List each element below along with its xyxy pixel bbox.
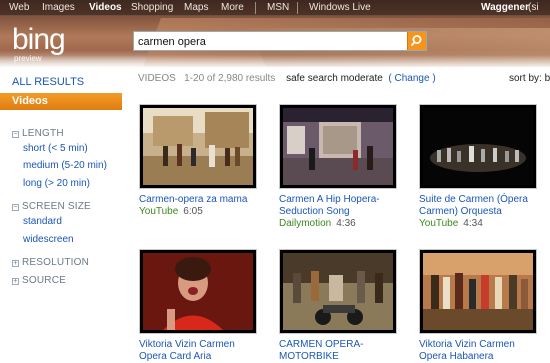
video-meta-1: YouTube 6:05: [139, 206, 203, 217]
video-source[interactable]: Dailymotion: [279, 218, 331, 229]
filter-medium[interactable]: medium (5-20 min): [23, 160, 107, 171]
video-title-line: Carmen-opera za mama: [139, 194, 248, 205]
length-label: LENGTH: [22, 128, 64, 139]
nav-shopping[interactable]: Shopping: [131, 2, 173, 13]
search-icon: [411, 35, 422, 46]
screen-size-filter-header[interactable]: − SCREEN SIZE: [12, 201, 91, 212]
nav-divider: [255, 2, 256, 14]
video-thumbnail-1[interactable]: [139, 104, 257, 189]
collapse-icon: −: [12, 204, 19, 211]
resolution-label: RESOLUTION: [22, 257, 90, 268]
video-title-1[interactable]: Carmen-opera za mama: [139, 194, 247, 206]
nav-divider: [297, 2, 298, 14]
filter-short[interactable]: short (< 5 min): [23, 143, 88, 154]
video-duration: 4:34: [463, 218, 483, 229]
nav-more[interactable]: More: [221, 2, 244, 13]
video-frame-5: [283, 253, 393, 330]
safe-search-status: safe search moderate: [286, 73, 383, 84]
video-title-line: Carmen) Orquesta: [419, 206, 502, 217]
video-thumbnail-5[interactable]: [279, 249, 397, 334]
source-label: SOURCE: [22, 275, 66, 286]
video-title-line: Viktoria Vizin Carmen: [419, 339, 515, 350]
video-title-4[interactable]: Viktoria Vizin Carmen Opera Card Aria: [139, 339, 235, 363]
video-title-line: Carmen A Hip Hopera-: [279, 194, 380, 205]
expand-icon: +: [12, 278, 19, 285]
nav-maps[interactable]: Maps: [184, 2, 208, 13]
video-thumbnail-6[interactable]: [419, 249, 537, 334]
video-title-line: Opera Card Aria: [139, 351, 212, 362]
nav-videos[interactable]: Videos: [89, 2, 122, 13]
screen-size-label: SCREEN SIZE: [22, 201, 91, 212]
video-meta-2: Dailymotion 4:36: [279, 218, 356, 229]
collapse-icon: −: [12, 131, 19, 138]
results-category: VIDEOS: [138, 73, 176, 84]
header: Web Images Videos Shopping Maps More MSN…: [0, 0, 550, 67]
sign-out-link[interactable]: (si: [528, 2, 539, 13]
top-nav-bar: Web Images Videos Shopping Maps More MSN…: [0, 0, 550, 16]
video-thumbnail-4[interactable]: [139, 249, 257, 334]
video-duration: 4:36: [336, 218, 356, 229]
nav-msn[interactable]: MSN: [267, 2, 289, 13]
video-meta-3: YouTube 4:34: [419, 218, 483, 229]
search-button[interactable]: [407, 32, 426, 50]
change-safe-search-link[interactable]: Change: [395, 73, 430, 84]
video-title-3[interactable]: Suite de Carmen (Ópera Carmen) Orquesta: [419, 194, 528, 218]
paren-close: ): [432, 73, 436, 84]
expand-icon: +: [12, 260, 19, 267]
bing-logo[interactable]: bing: [12, 23, 66, 57]
sort-by-control[interactable]: sort by: be: [509, 73, 550, 84]
all-results-link[interactable]: ALL RESULTS: [12, 76, 84, 88]
video-frame-3: [423, 108, 533, 185]
search-box[interactable]: [133, 31, 427, 51]
source-filter-header[interactable]: + SOURCE: [12, 275, 66, 286]
resolution-filter-header[interactable]: + RESOLUTION: [12, 257, 89, 268]
nav-web[interactable]: Web: [9, 2, 29, 13]
video-title-5[interactable]: CARMEN OPERA- MOTORBIKE: [279, 339, 363, 363]
results-info-bar: VIDEOS 1-20 of 2,980 results safe search…: [138, 73, 436, 84]
nav-images[interactable]: Images: [42, 2, 75, 13]
user-name[interactable]: Waggener: [481, 2, 529, 13]
video-title-line: CARMEN OPERA-: [279, 339, 364, 350]
video-frame-2: [283, 108, 393, 185]
video-source[interactable]: YouTube: [419, 218, 458, 229]
length-filter-header[interactable]: − LENGTH: [12, 128, 64, 139]
video-title-line: Viktoria Vizin Carmen: [139, 339, 235, 350]
header-fade: [0, 55, 550, 67]
videos-selected-tab[interactable]: Videos: [0, 93, 122, 110]
video-title-line: Suite de Carmen (Ópera: [419, 194, 528, 205]
results-count: 1-20 of 2,980 results: [184, 73, 276, 84]
video-thumbnail-3[interactable]: [419, 104, 537, 189]
paren-open: (: [388, 73, 392, 84]
videos-tab-label: Videos: [12, 95, 48, 107]
video-frame-1: [143, 108, 253, 185]
video-title-line: Seduction Song: [279, 206, 350, 217]
nav-windows-live[interactable]: Windows Live: [309, 2, 371, 13]
search-input[interactable]: [138, 34, 408, 49]
video-title-line: MOTORBIKE: [279, 351, 339, 362]
sidebar: ALL RESULTS Videos − LENGTH short (< 5 mi…: [0, 67, 122, 363]
logo-subtitle: preview: [14, 54, 42, 63]
video-frame-4: [143, 253, 253, 330]
filter-standard[interactable]: standard: [23, 216, 62, 227]
filter-widescreen[interactable]: widescreen: [23, 234, 74, 245]
video-source[interactable]: YouTube: [139, 206, 178, 217]
video-title-6[interactable]: Viktoria Vizin Carmen Opera Habanera: [419, 339, 515, 363]
video-title-line: Opera Habanera: [419, 351, 494, 362]
video-thumbnail-2[interactable]: [279, 104, 397, 189]
video-title-2[interactable]: Carmen A Hip Hopera- Seduction Song: [279, 194, 380, 218]
video-frame-6: [423, 253, 533, 330]
video-duration: 6:05: [183, 206, 203, 217]
filter-long[interactable]: long (> 20 min): [23, 178, 90, 189]
